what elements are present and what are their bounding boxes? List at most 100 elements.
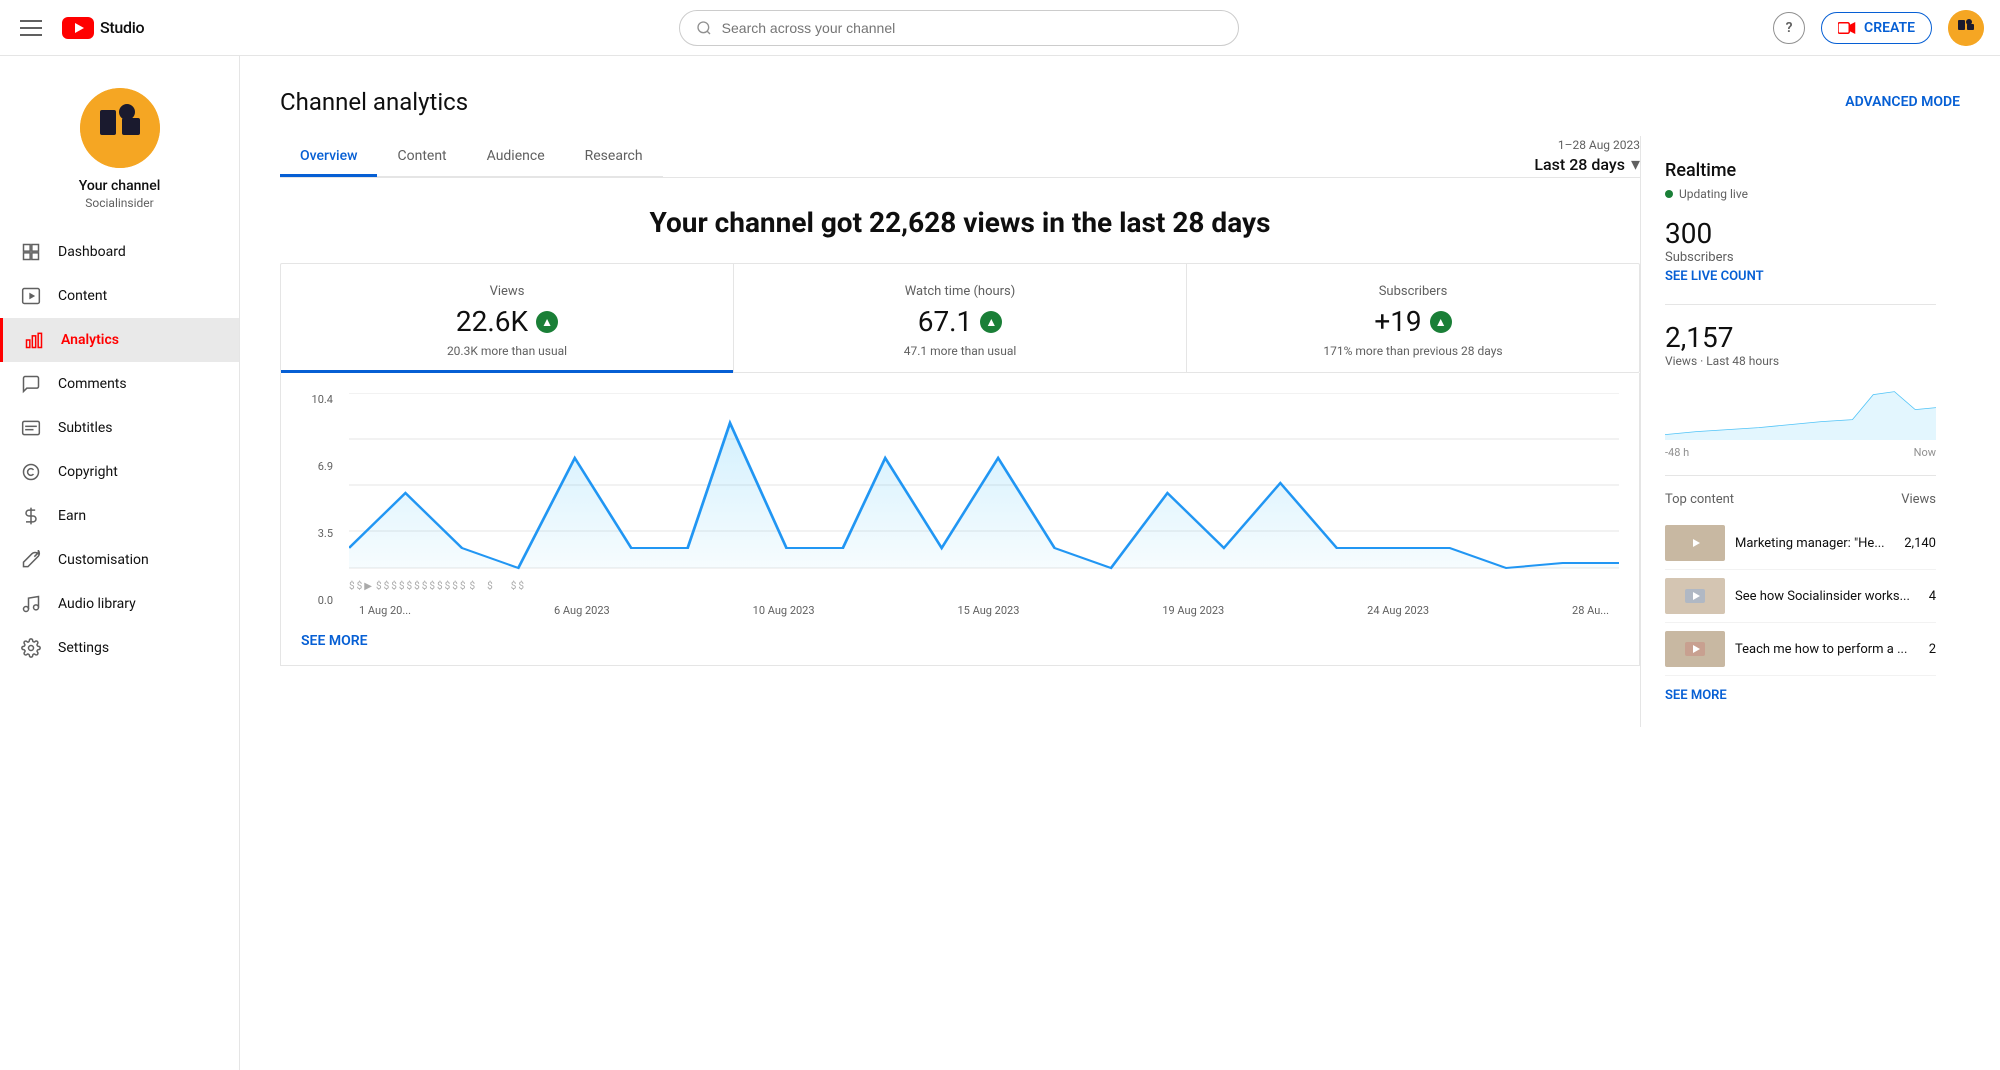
logo-text: Studio [100,18,144,37]
hamburger-menu[interactable] [16,16,46,40]
sidebar-item-comments[interactable]: Comments [0,362,239,406]
sidebar-item-dashboard[interactable]: Dashboard [0,230,239,274]
help-button[interactable]: ? [1773,12,1805,44]
live-dot [1665,190,1673,198]
views-48h-label: Views · Last 48 hours [1665,354,1936,368]
metric-watchtime-label: Watch time (hours) [758,284,1162,299]
create-label: CREATE [1864,20,1915,36]
sidebar-item-subtitles[interactable]: Subtitles [0,406,239,450]
sidebar-label-dashboard: Dashboard [58,244,126,260]
search-bar[interactable] [679,10,1239,46]
line-chart [349,393,1619,573]
see-more-chart[interactable]: SEE MORE [301,633,368,649]
sidebar-item-customisation[interactable]: Customisation [0,538,239,582]
sidebar-item-settings[interactable]: Settings [0,626,239,670]
metric-views[interactable]: Views 22.6K ▲ 20.3K more than usual [281,264,734,372]
thumb-3 [1665,631,1725,667]
sidebar-label-content: Content [58,288,107,304]
tab-research[interactable]: Research [565,136,663,177]
user-avatar[interactable] [1948,10,1984,46]
top-content-title-2: See how Socialinsider works... [1735,589,1919,604]
chart-area: 10.4 6.9 3.5 0.0 [280,373,1640,666]
chevron-down-icon: ▾ [1631,154,1640,175]
music-icon [20,594,42,614]
tab-audience[interactable]: Audience [467,136,565,177]
search-input[interactable] [722,20,1222,36]
metric-subscribers[interactable]: Subscribers +19 ▲ 171% more than previou… [1187,264,1639,372]
sidebar-item-earn[interactable]: Earn [0,494,239,538]
realtime-title: Realtime [1665,160,1936,181]
top-content-views-1: 2,140 [1904,536,1936,551]
sidebar-item-copyright[interactable]: Copyright [0,450,239,494]
search-icon [696,20,712,36]
metric-views-label: Views [305,284,709,299]
subscribers-up-arrow: ▲ [1430,311,1452,333]
subtitles-icon [20,418,42,438]
sidebar-label-subtitles: Subtitles [58,420,113,436]
mini-chart-label-start: -48 h [1665,446,1689,459]
channel-handle: Socialinsider [85,196,153,210]
metric-subscribers-sub: 171% more than previous 28 days [1211,344,1615,358]
metric-views-value: 22.6K [456,305,528,338]
bar-chart-icon [23,330,45,350]
sidebar-label-analytics: Analytics [61,332,119,348]
mini-chart-label-end: Now [1914,446,1936,459]
page-title: Channel analytics [280,88,468,116]
y-label-bottom: 0.0 [318,594,333,607]
y-label-mid1: 6.9 [318,460,333,473]
top-content-item-1[interactable]: Marketing manager: "He... 2,140 [1665,517,1936,570]
play-square-icon [20,286,42,306]
chart-xaxis: 1 Aug 20... 6 Aug 2023 10 Aug 2023 15 Au… [349,604,1619,617]
tab-content[interactable]: Content [377,136,466,177]
x-label-5: 19 Aug 2023 [1162,604,1224,617]
subscribers-label: Subscribers [1665,250,1936,265]
live-label: Updating live [1679,187,1748,201]
date-range-text: 1–28 Aug 2023 [1558,138,1640,152]
grid-icon [20,242,42,262]
date-label: Last 28 days [1534,155,1625,174]
youtube-logo-icon [62,17,94,39]
y-label-mid2: 3.5 [318,527,333,540]
logo[interactable]: Studio [62,17,144,39]
date-dropdown[interactable]: Last 28 days ▾ [1534,154,1640,175]
realtime-panel: Realtime Updating live 300 Subscribers S… [1640,136,1960,727]
comment-icon [20,374,42,394]
tab-overview[interactable]: Overview [280,136,377,177]
advanced-mode-link[interactable]: ADVANCED MODE [1845,94,1960,110]
sidebar-label-comments: Comments [58,376,127,392]
brush-icon [20,550,42,570]
create-button[interactable]: CREATE [1821,12,1932,44]
dollar-icon [20,506,42,526]
x-label-2: 6 Aug 2023 [554,604,610,617]
metric-subscribers-value: +19 [1374,305,1421,338]
sidebar-label-copyright: Copyright [58,464,118,480]
metric-views-sub: 20.3K more than usual [305,344,709,358]
sidebar-label-audio-library: Audio library [58,596,136,612]
metric-watchtime-value: 67.1 [918,305,973,338]
sidebar-item-audio-library[interactable]: Audio library [0,582,239,626]
metrics-row: Views 22.6K ▲ 20.3K more than usual Watc… [280,263,1640,373]
sidebar-item-content[interactable]: Content [0,274,239,318]
sidebar-label-settings: Settings [58,640,109,656]
x-label-4: 15 Aug 2023 [957,604,1019,617]
top-content-label: Top content [1665,492,1734,507]
sidebar-label-customisation: Customisation [58,552,149,568]
copyright-icon [20,462,42,482]
metric-watchtime[interactable]: Watch time (hours) 67.1 ▲ 47.1 more than… [734,264,1187,372]
sidebar-label-earn: Earn [58,508,86,524]
views-48h-count: 2,157 [1665,321,1936,354]
sidebar-item-analytics[interactable]: Analytics [0,318,239,362]
x-label-7: 28 Au... [1572,604,1609,617]
top-content-item-2[interactable]: See how Socialinsider works... 4 [1665,570,1936,623]
see-more-side-link[interactable]: SEE MORE [1665,688,1936,703]
channel-avatar[interactable] [80,88,160,168]
live-badge: Updating live [1665,187,1936,201]
date-selector[interactable]: 1–28 Aug 2023 Last 28 days ▾ [1534,138,1640,175]
x-label-3: 10 Aug 2023 [753,604,815,617]
sidebar: Your channel Socialinsider Dashboard Con… [0,56,240,1070]
thumb-1 [1665,525,1725,561]
top-content-item-3[interactable]: Teach me how to perform a ... 2 [1665,623,1936,676]
top-content-views-2: 4 [1929,589,1936,604]
see-live-count-link[interactable]: SEE LIVE COUNT [1665,269,1936,284]
x-label-1: 1 Aug 20... [359,604,411,617]
